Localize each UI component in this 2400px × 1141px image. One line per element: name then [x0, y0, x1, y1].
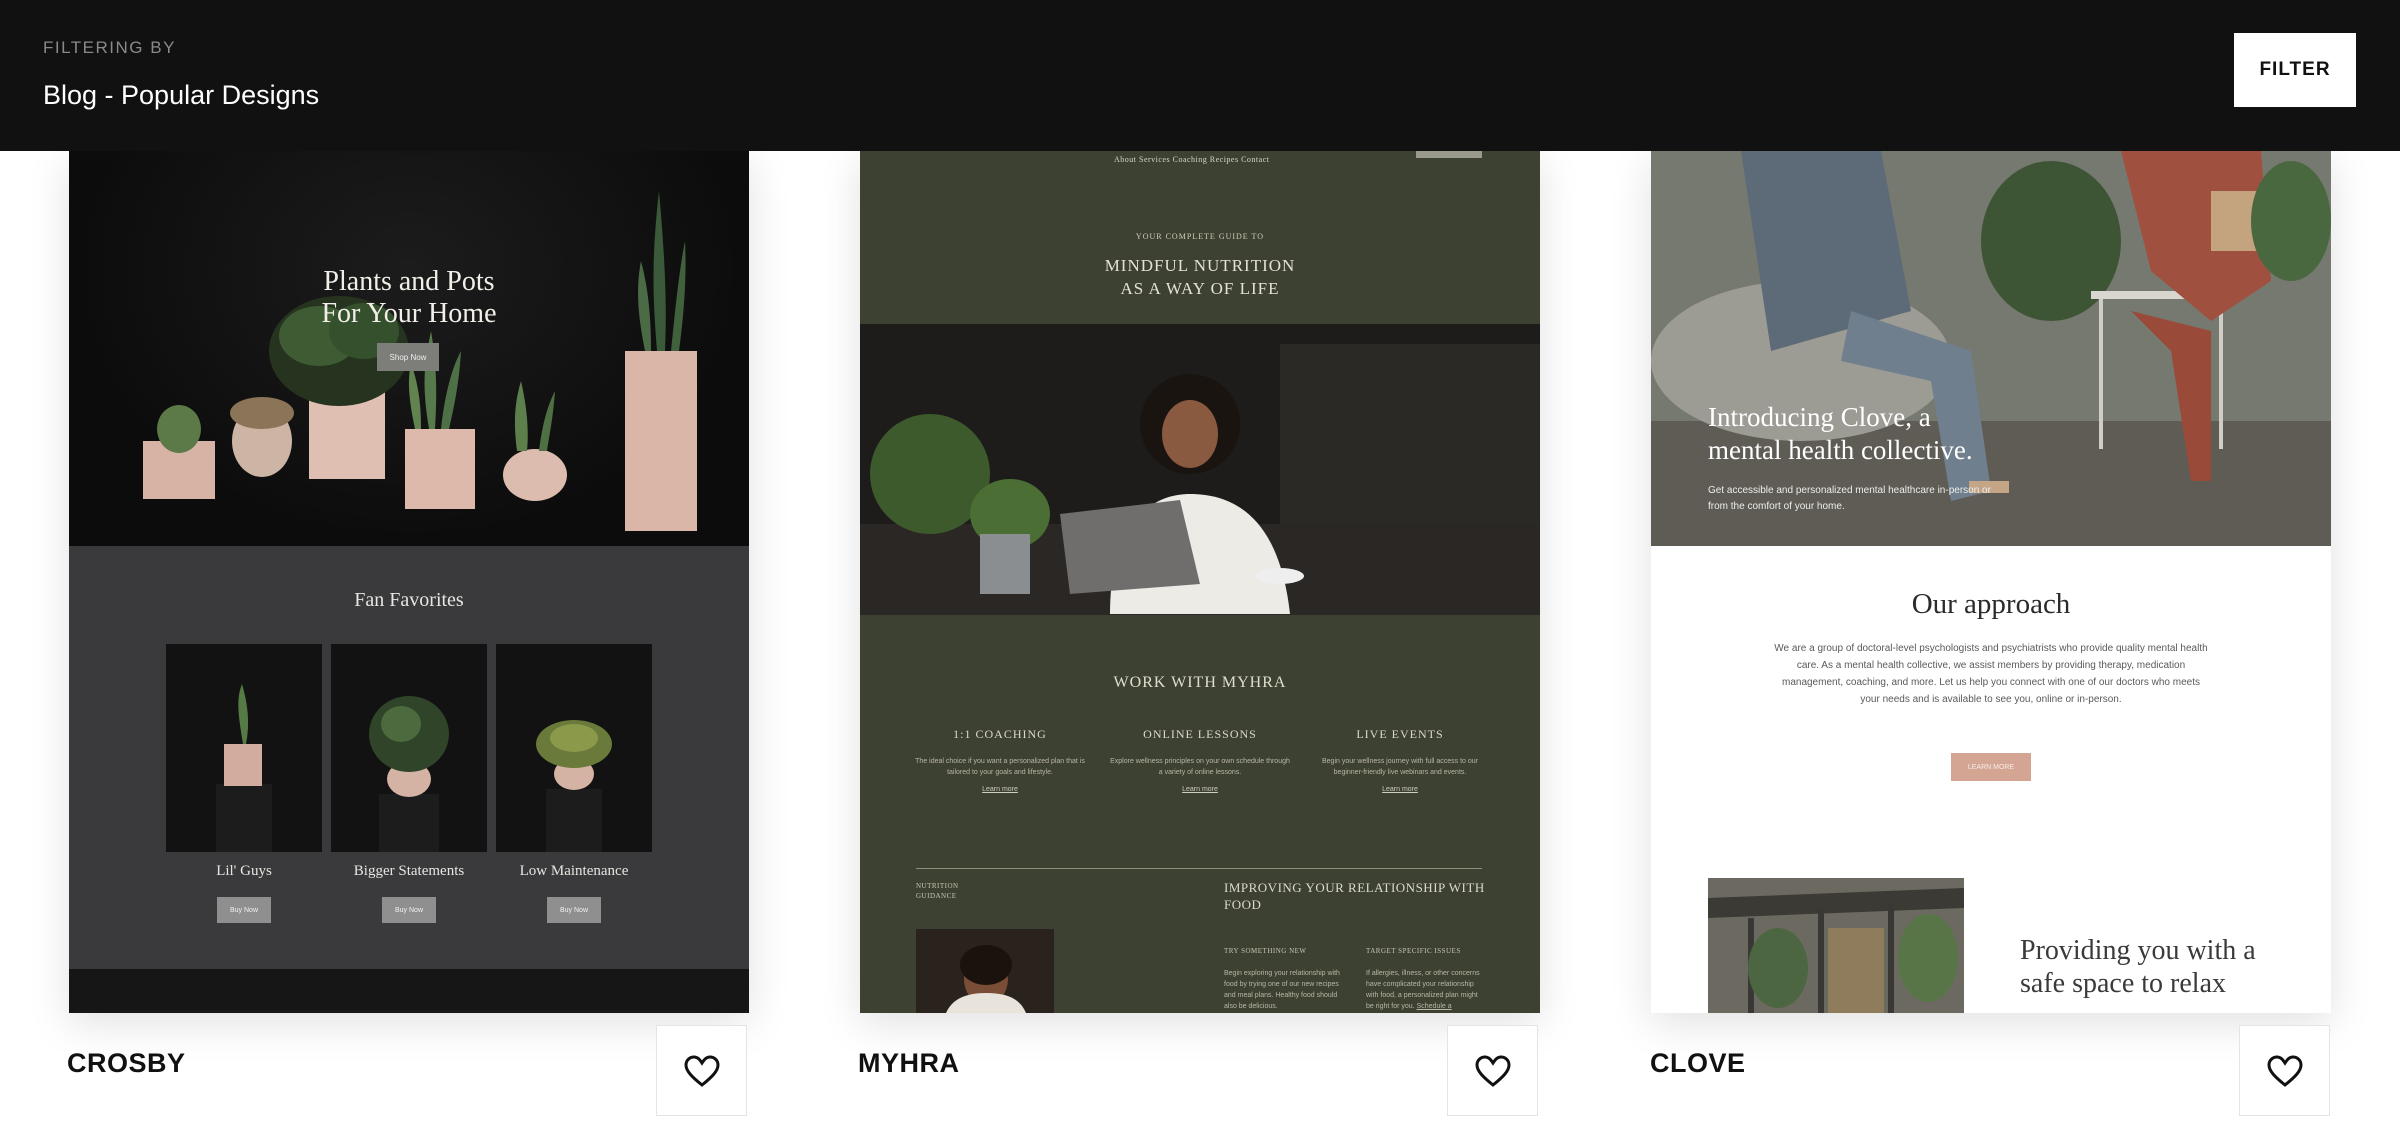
myhra-guide: YOUR COMPLETE GUIDE TO — [1135, 232, 1265, 241]
clove-hero-subtitle: Get accessible and personalized mental h… — [1708, 485, 1991, 512]
filter-header: FILTERING BY Blog - Popular Designs FILT… — [0, 0, 2400, 151]
myhra-improving-title: IMPROVING YOUR RELATIONSHIP WITH FOOD — [1224, 880, 1485, 912]
clove-hero-title: Introducing Clove, a mental health colle… — [1708, 401, 2128, 467]
filter-button[interactable]: FILTER — [2234, 33, 2356, 107]
crosby-product-tile — [496, 644, 652, 852]
myhra-column-title: 1:1 COACHING — [953, 727, 1047, 741]
myhra-column-text: The ideal choice if you want a personali… — [915, 758, 1085, 776]
template-card-crosby[interactable]: Plants and Pots For Your Home Shop Now F… — [69, 151, 749, 1013]
myhra-work-title: WORK WITH MYHRA — [1113, 674, 1287, 691]
crosby-product-label: Low Maintenance — [519, 863, 629, 879]
myhra-column-link: Learn more — [1182, 786, 1218, 793]
crosby-product-tile — [331, 644, 487, 852]
filter-title: Blog - Popular Designs — [43, 80, 320, 110]
crosby-product-tile — [166, 644, 322, 852]
heart-icon — [2266, 1054, 2303, 1087]
myhra-column-link: Learn more — [982, 786, 1018, 793]
favorite-button-crosby[interactable] — [656, 1025, 747, 1116]
myhra-headline: MINDFUL NUTRITION AS A WAY OF LIFE — [860, 254, 1540, 300]
clove-greenhouse-photo — [1708, 878, 1964, 1013]
myhra-small-label-line1: NUTRITION — [916, 882, 959, 890]
clove-providing-line1: Providing you with a — [2020, 935, 2256, 966]
favorite-button-clove[interactable] — [2239, 1025, 2330, 1116]
myhra-column-link: Learn more — [1382, 786, 1418, 793]
myhra-column-title: LIVE EVENTS — [1356, 727, 1444, 741]
myhra-nav: About Services Coaching Recipes Contact — [1114, 155, 1270, 164]
myhra-subheading: TRY SOMETHING NEW — [1224, 947, 1307, 955]
clove-providing-line2: safe space to relax — [2020, 968, 2226, 999]
favorite-button-myhra[interactable] — [1447, 1025, 1538, 1116]
woman-laptop-illustration — [860, 324, 1540, 615]
crosby-product-label: Bigger Statements — [353, 863, 465, 879]
template-name-clove[interactable]: CLOVE — [1650, 1048, 1746, 1079]
crosby-buy-button: Buy Now — [547, 897, 601, 923]
template-name-crosby[interactable]: CROSBY — [67, 1048, 186, 1079]
crosby-shop-button: Shop Now — [377, 343, 439, 371]
myhra-small-label-line2: GUIDANCE — [916, 892, 957, 900]
crosby-hero-line1: Plants and Pots — [323, 266, 495, 297]
crosby-hero: Plants and Pots For Your Home Shop Now — [69, 151, 749, 546]
myhra-divider — [916, 868, 1482, 869]
crosby-buy-button: Buy Now — [382, 897, 436, 923]
myhra-hero-photo — [860, 324, 1540, 615]
clove-cta-button: LEARN MORE — [1951, 753, 2031, 781]
crosby-product-label: Lil' Guys — [216, 863, 272, 879]
myhra-headline-line1: MINDFUL NUTRITION — [1104, 256, 1296, 275]
heart-icon — [1474, 1054, 1511, 1087]
template-card-clove[interactable]: Introducing Clove, a mental health colle… — [1651, 151, 2331, 1013]
filter-caption: FILTERING BY — [43, 38, 176, 57]
crosby-hero-title: Plants and Pots For Your Home — [69, 266, 749, 330]
myhra-column-text: Begin your wellness journey with full ac… — [1321, 758, 1479, 776]
crosby-hero-line2: For Your Home — [321, 298, 497, 329]
crosby-section-title: Fan Favorites — [354, 589, 464, 611]
crosby-footer — [69, 969, 749, 1013]
myhra-column-text: Explore wellness principles on your own … — [1110, 758, 1290, 776]
clove-hero-line1: Introducing Clove, a — [1708, 402, 1931, 432]
template-card-myhra[interactable]: About Services Coaching Recipes Contact … — [860, 151, 1540, 1013]
heart-icon — [683, 1054, 720, 1087]
myhra-paragraph: If allergies, illness, or other concerns… — [1366, 968, 1484, 1013]
myhra-small-label: NUTRITION GUIDANCE — [916, 881, 959, 901]
clove-approach-body: We are a group of doctoral-level psychol… — [1774, 643, 2208, 705]
template-name-myhra[interactable]: MYHRA — [858, 1048, 960, 1079]
myhra-subheading: TARGET SPECIFIC ISSUES — [1366, 947, 1461, 955]
clove-hero-line2: mental health collective. — [1708, 435, 1973, 465]
myhra-paragraph: Begin exploring your relationship with f… — [1224, 970, 1340, 1010]
crosby-buy-button: Buy Now — [217, 897, 271, 923]
myhra-column-title: ONLINE LESSONS — [1143, 727, 1257, 741]
clove-approach-title: Our approach — [1911, 588, 2071, 620]
myhra-nav-button — [1416, 151, 1482, 158]
clove-providing-text: Providing you with a safe space to relax — [2020, 934, 2310, 1000]
myhra-thumbnail — [916, 929, 1054, 1013]
myhra-headline-line2: AS A WAY OF LIFE — [1120, 279, 1280, 298]
